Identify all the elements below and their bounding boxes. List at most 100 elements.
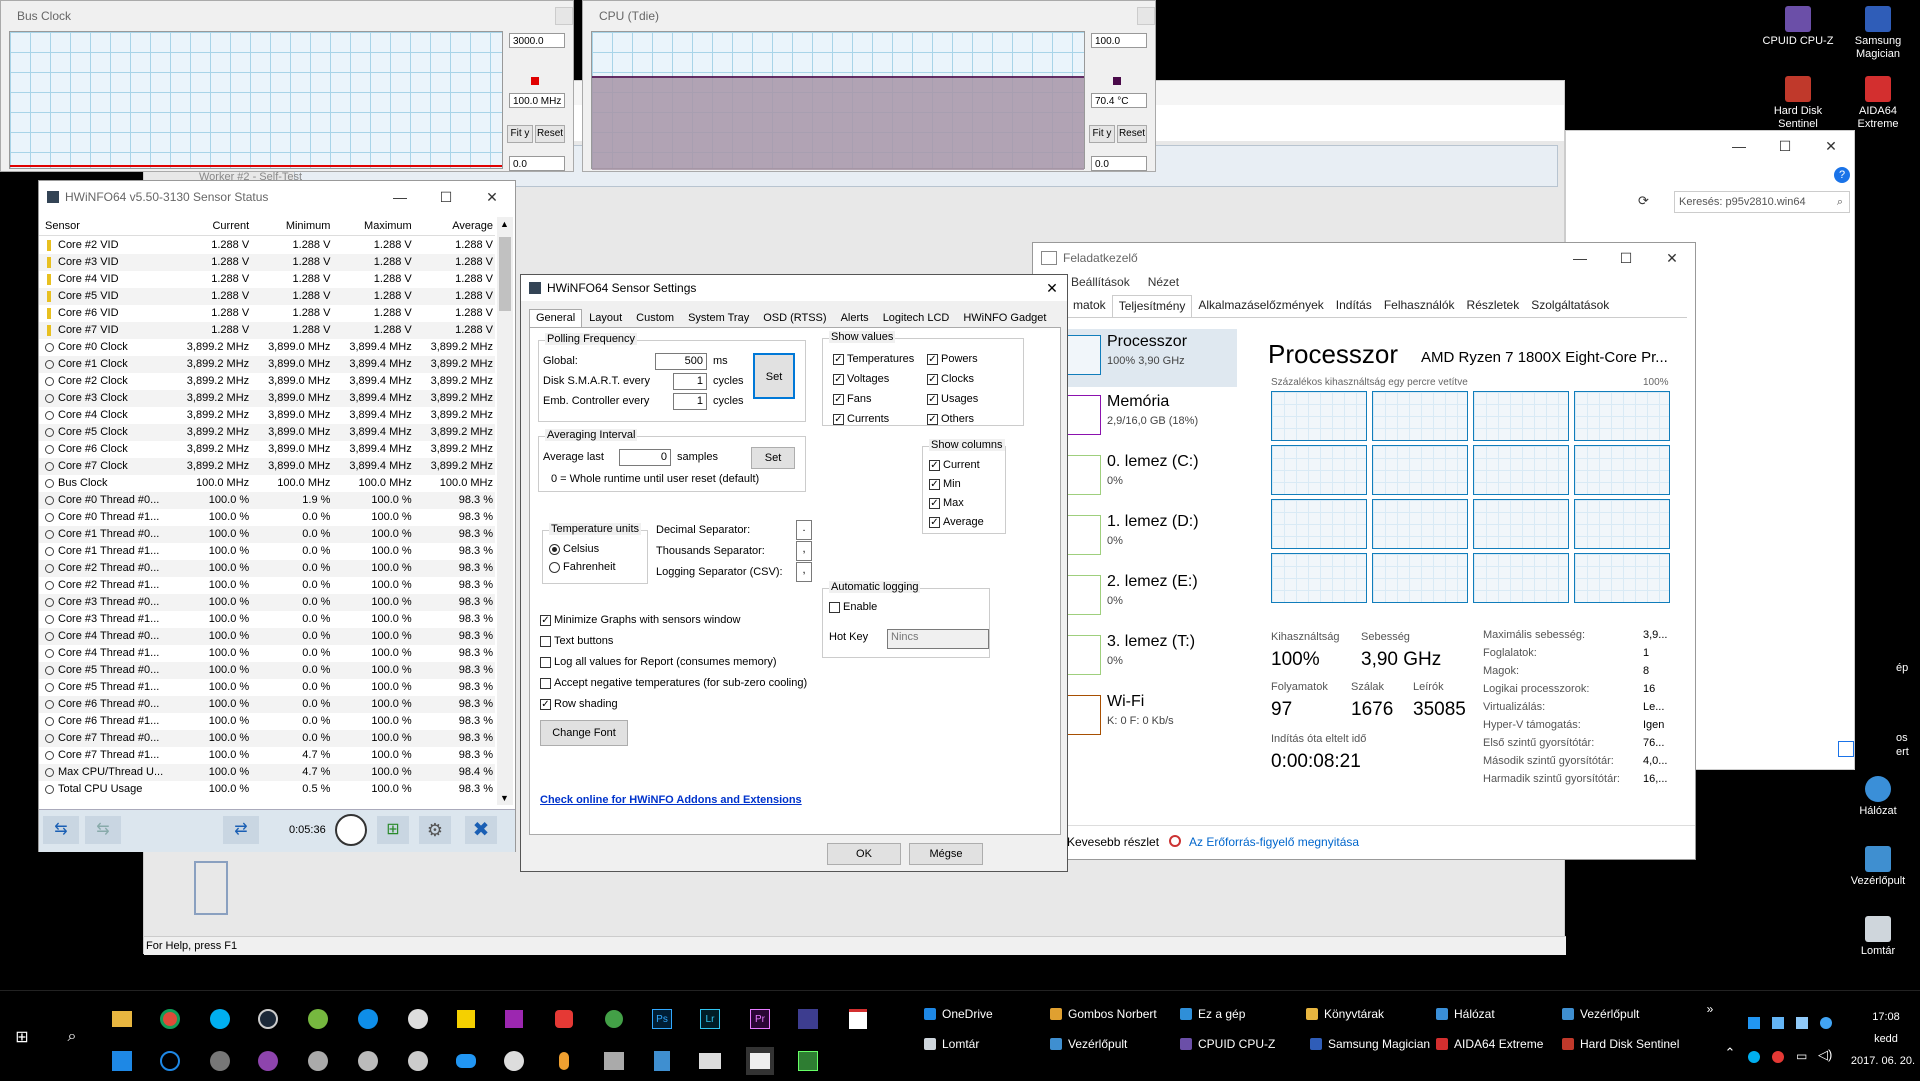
sensor-row[interactable]: Core #2 VID 1.288 V 1.288 V 1.288 V 1.288 V [39,237,495,254]
sidebar-item-memory[interactable]: Memória 2,9/16,0 GB (18%) [1067,389,1237,447]
menu-view[interactable]: Nézet [1148,275,1179,289]
sensor-row[interactable]: Core #2 Thread #1... 100.0 % 0.0 % 100.0 % 9… [39,577,495,594]
nav-arrows-icon[interactable]: ⇆ [43,816,79,844]
tab-system-tray[interactable]: System Tray [681,309,756,327]
teamviewer-icon[interactable] [354,1005,382,1033]
sensor-row[interactable]: Max CPU/Thread U... 100.0 % 4.7 % 100.0 % 98… [39,764,495,781]
tab-logitech-lcd[interactable]: Logitech LCD [876,309,957,327]
graph-color-swatch[interactable] [1113,77,1121,85]
app-icon[interactable] [648,1047,676,1075]
sensor-row[interactable]: Core #7 Thread #0... 100.0 % 0.0 % 100.0 % 9… [39,730,495,747]
app-icon[interactable] [500,1047,528,1075]
tab-layout[interactable]: Layout [582,309,629,327]
photoshop-icon[interactable]: Ps [648,1005,676,1033]
maximize-icon[interactable]: ☐ [1603,250,1649,267]
app-icon[interactable] [452,1047,480,1075]
sidebar-item-wifi[interactable]: Wi-Fi K: 0 F: 0 Kb/s [1067,689,1237,747]
column-header[interactable]: Maximum [332,217,413,235]
sensor-row[interactable]: Core #6 Thread #0... 100.0 % 0.0 % 100.0 % 9… [39,696,495,713]
checkbox-current[interactable]: ✓ Current [929,459,980,471]
checkbox-min[interactable]: ✓ Min [929,478,961,490]
app-icon[interactable] [404,1047,432,1075]
skype-icon[interactable] [206,1005,234,1033]
clock-time[interactable]: 17:08 [1856,1011,1916,1023]
desktop-icon-recycle-bin[interactable]: Lomtár [1840,916,1916,958]
sensor-row[interactable]: Core #4 VID 1.288 V 1.288 V 1.288 V 1.288 V [39,271,495,288]
hotkey-input[interactable]: Nincs [887,629,989,649]
quick-link-network[interactable]: Hálózat [1436,1007,1495,1021]
utorrent-icon[interactable] [304,1005,332,1033]
app-icon[interactable] [794,1005,822,1033]
sensor-row[interactable]: Core #3 VID 1.288 V 1.288 V 1.288 V 1.288 V [39,254,495,271]
column-header[interactable]: Minimum [251,217,332,235]
menu-settings[interactable]: Beállítások [1071,275,1130,289]
desktop-icon-control-panel[interactable]: Vezérlőpult [1840,846,1916,888]
minimize-icon[interactable]: — [1557,250,1603,266]
checkbox-log-all-values[interactable]: Log all values for Report (consumes memo… [540,656,777,668]
sensor-row[interactable]: Core #5 Clock 3,899.2 MHz 3,899.0 MHz 3,899… [39,424,495,441]
volume-icon[interactable]: ◁) [1818,1047,1832,1063]
tab-users[interactable]: Felhasználók [1378,295,1461,317]
quick-link-onedrive[interactable]: OneDrive [924,1007,993,1021]
toolbar-overflow-icon[interactable]: » [1696,995,1724,1023]
checkbox-currents[interactable]: ✓ Currents [833,413,889,425]
sensor-row[interactable]: Core #2 Clock 3,899.2 MHz 3,899.0 MHz 3,899… [39,373,495,390]
graph-close-box[interactable] [555,7,573,25]
quick-link-this-pc[interactable]: Ez a gép [1180,1007,1245,1021]
checkbox-negative-temps[interactable]: Accept negative temperatures (for sub-ze… [540,677,807,689]
close-icon[interactable]: ✕ [1037,280,1067,297]
app-icon[interactable] [794,1047,822,1075]
sticky-notes-icon[interactable] [452,1005,480,1033]
quick-link-recycle-bin[interactable]: Lomtár [924,1037,979,1051]
tab-startup[interactable]: Indítás [1330,295,1378,317]
quick-link-control-panel[interactable]: Vezérlőpult [1562,1007,1639,1021]
tab-alerts[interactable]: Alerts [834,309,876,327]
change-font-button[interactable]: Change Font [540,720,628,746]
decimal-separator-input[interactable]: . [796,520,812,540]
sensor-row[interactable]: Core #6 VID 1.288 V 1.288 V 1.288 V 1.288 V [39,305,495,322]
tab-app-history[interactable]: Alkalmazáselőzmények [1192,295,1329,317]
checkbox-others[interactable]: ✓ Others [927,413,974,425]
radio-fahrenheit[interactable]: Fahrenheit [549,561,616,573]
sidebar-item-disk1[interactable]: 1. lemez (D:) 0% [1067,509,1237,567]
reset-button[interactable]: Reset [535,125,565,143]
tab-details[interactable]: Részletek [1461,295,1526,317]
desktop-icon-hard-disk-sentinel[interactable]: Hard Disk Sentinel [1760,76,1836,131]
checkbox-fans[interactable]: ✓ Fans [833,393,871,405]
sidebar-item-processor[interactable]: Processzor 100% 3,90 GHz [1067,329,1237,387]
checkbox-text-buttons[interactable]: Text buttons [540,635,613,647]
sensor-row[interactable]: Core #5 Thread #1... 100.0 % 0.0 % 100.0 % 9… [39,679,495,696]
app-icon[interactable] [354,1047,382,1075]
quick-link-control-panel-2[interactable]: Vezérlőpult [1050,1037,1127,1051]
gear-icon[interactable]: ⚙ [419,816,451,844]
desktop-icon-network[interactable]: Hálózat [1840,776,1916,818]
desktop-icon-samsung-magician[interactable]: Samsung Magician [1840,6,1916,61]
steam-icon[interactable] [254,1005,282,1033]
checkbox-powers[interactable]: ✓ Powers [927,353,978,365]
close-icon[interactable]: ✕ [1808,138,1854,155]
tab-osd[interactable]: OSD (RTSS) [756,309,833,327]
hwinfo-taskbar-icon[interactable] [746,1047,774,1075]
addons-link[interactable]: Check online for HWiNFO Addons and Exten… [540,794,802,806]
tab-general[interactable]: General [529,309,583,327]
quick-link-samsung-magician[interactable]: Samsung Magician [1310,1037,1430,1051]
app-icon[interactable] [206,1047,234,1075]
sensor-row[interactable]: Core #1 Clock 3,899.2 MHz 3,899.0 MHz 3,899… [39,356,495,373]
lightroom-icon[interactable]: Lr [696,1005,724,1033]
maximize-icon[interactable]: ☐ [423,189,469,206]
sensor-row[interactable]: Core #6 Clock 3,899.2 MHz 3,899.0 MHz 3,899… [39,441,495,458]
quick-link-cpuz[interactable]: CPUID CPU-Z [1180,1037,1275,1051]
column-header[interactable]: Sensor [39,217,170,235]
polling-set-button[interactable]: Set [753,353,795,399]
quick-link-libraries[interactable]: Könyvtárak [1306,1007,1384,1021]
skype-tray-icon[interactable] [1748,1051,1760,1063]
column-header[interactable]: Current [170,217,251,235]
sensor-row[interactable]: Core #6 Thread #1... 100.0 % 0.0 % 100.0 % 9… [39,713,495,730]
reset-button[interactable]: Reset [1117,125,1147,143]
checkbox-usages[interactable]: ✓ Usages [927,393,978,405]
quick-link-user[interactable]: Gombos Norbert [1050,1007,1157,1021]
chrome-icon[interactable] [156,1005,184,1033]
sensor-row[interactable]: Core #1 Thread #1... 100.0 % 0.0 % 100.0 % 9… [39,543,495,560]
premiere-icon[interactable]: Pr [746,1005,774,1033]
sensor-row[interactable]: Core #0 Thread #0... 100.0 % 1.9 % 100.0 % 9… [39,492,495,509]
